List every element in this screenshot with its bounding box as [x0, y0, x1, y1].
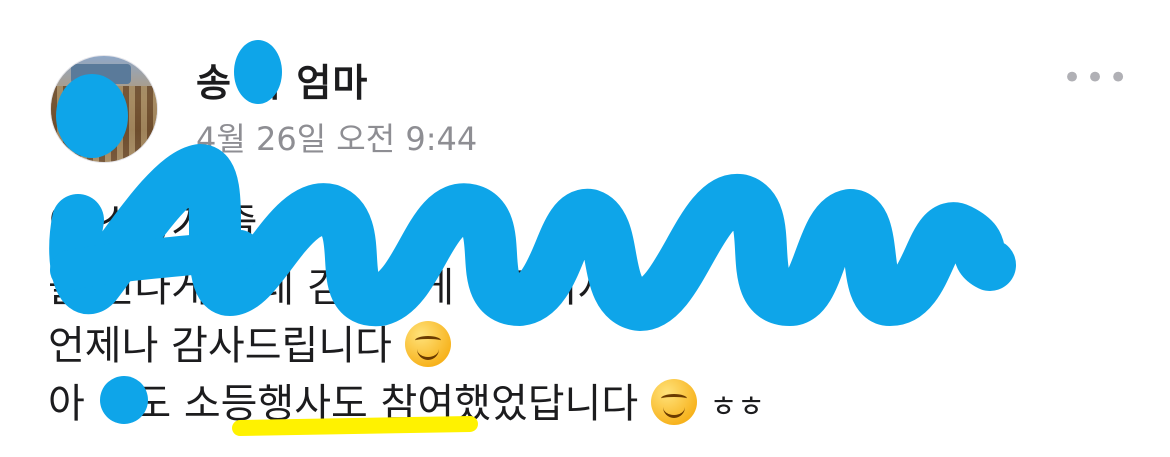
- post-line-3-text: 언제나 감사드립니다: [48, 323, 392, 369]
- author-name[interactable]: 송 이 엄마: [196, 52, 368, 107]
- post-line-1: 이 소풍가 즐 어 이: [48, 198, 356, 250]
- more-options-icon[interactable]: •••: [1062, 58, 1131, 98]
- smiling-face-emoji: [650, 379, 697, 425]
- post-line-2-text: 들 신나게 했네 검세하게 어주셔서: [48, 265, 615, 311]
- avatar[interactable]: [50, 55, 158, 163]
- avatar-sign: [71, 64, 131, 84]
- laugh-text: ㅎㅎ: [709, 390, 765, 425]
- post-line-3: 언제나 감사드립니다: [48, 320, 451, 372]
- avatar-bars: [51, 86, 157, 162]
- post-line-2: 들 신나게 했네 검세하게 어주셔서: [48, 262, 614, 314]
- post-line-1-text: 이 소풍가 즐 어 이: [48, 201, 357, 247]
- post-timestamp[interactable]: 4월 26일 오전 9:44: [196, 114, 477, 160]
- smiling-face-emoji: [404, 321, 451, 367]
